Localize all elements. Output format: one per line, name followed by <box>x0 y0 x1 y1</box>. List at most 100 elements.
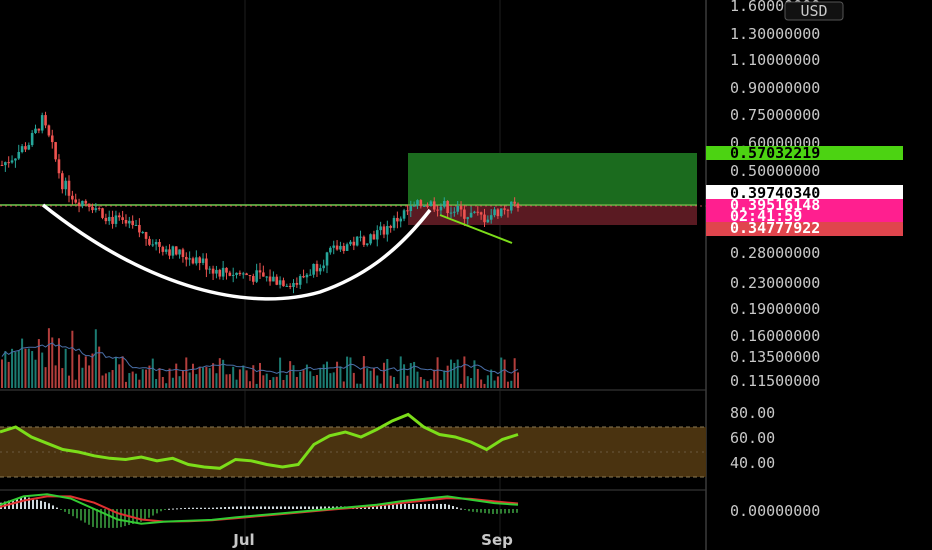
cup-drawing[interactable] <box>41 203 432 301</box>
macd-hist-bar <box>508 509 510 514</box>
volume-bar <box>449 359 452 388</box>
candle-body <box>71 195 74 200</box>
candle-body <box>144 232 148 239</box>
macd-hist-bar <box>40 500 42 509</box>
candle-body <box>469 212 473 218</box>
candle-body <box>489 215 493 220</box>
candle-body <box>37 128 41 131</box>
macd-hist-bar <box>56 507 58 509</box>
volume-bar <box>503 359 506 388</box>
candle-body <box>459 206 463 210</box>
candle-body <box>513 201 516 204</box>
price-tick: 0.16000000 <box>730 327 820 345</box>
volume-bar <box>175 363 178 388</box>
volume-bar <box>205 366 208 388</box>
candle-body <box>47 125 51 136</box>
volume-bar <box>312 376 315 388</box>
volume-bar <box>245 370 248 388</box>
volume-bar <box>158 368 161 388</box>
volume-bar <box>453 362 456 388</box>
candle-body <box>473 211 476 213</box>
volume-bar <box>1 359 3 388</box>
candle-body <box>409 206 413 211</box>
candle-body <box>54 142 57 160</box>
volume-bar <box>168 368 171 388</box>
candle-body <box>432 201 436 210</box>
volume-bar <box>319 368 322 388</box>
chart-window[interactable]: 1.60000000 1.30000000 1.10000000 0.90000000… <box>0 0 932 550</box>
candle-body <box>483 214 486 223</box>
macd-hist-bar <box>228 506 230 509</box>
candle-body <box>40 115 44 131</box>
volume-bar <box>386 358 389 388</box>
macd-hist-bar <box>436 503 438 509</box>
macd-hist-bar <box>204 507 206 509</box>
candle-body <box>124 220 128 224</box>
volume-bar <box>429 379 432 388</box>
candle-body <box>342 245 346 251</box>
volume-bar <box>88 365 91 388</box>
candle-body <box>315 263 319 272</box>
chart-canvas[interactable]: 1.600000001.300000001.100000000.90000000… <box>0 0 932 550</box>
macd-hist-bar <box>20 497 22 509</box>
macd-hist-bar <box>240 506 242 509</box>
macd-hist-bar <box>108 509 110 528</box>
price-tick: 0.23000000 <box>730 274 820 292</box>
volume-bar <box>228 374 231 388</box>
macd-hist-bar <box>280 506 282 509</box>
candle-body <box>255 270 258 282</box>
macd-hist-bar <box>296 506 298 509</box>
volume-bar <box>379 383 382 388</box>
time-label-jul: Jul <box>232 531 254 549</box>
macd-hist-bar <box>156 509 158 514</box>
volume-bar <box>81 367 84 388</box>
macd-hist-bar <box>500 509 502 514</box>
candle-body <box>312 263 315 275</box>
candle-body <box>121 217 124 221</box>
macd-hist-bar <box>472 509 474 512</box>
candle-body <box>332 245 336 248</box>
volume-bar <box>456 359 459 388</box>
volume-bar <box>94 329 97 388</box>
volume-bar <box>262 375 265 388</box>
candle-body <box>416 200 419 206</box>
candle-body <box>335 245 339 250</box>
volume-bar <box>339 366 342 388</box>
macd-hist-bar <box>68 509 70 515</box>
volume-bar <box>285 374 288 388</box>
price-tick: 0.13500000 <box>730 348 820 366</box>
volume-bar <box>171 377 174 388</box>
candle-body <box>372 234 376 240</box>
target-zone[interactable] <box>408 153 697 204</box>
candle-body <box>258 270 262 273</box>
candle-body <box>241 273 245 275</box>
candle-body <box>191 258 195 264</box>
macd-hist-bar <box>464 509 466 510</box>
volume-bar <box>362 356 365 388</box>
volume-bar <box>463 356 466 388</box>
macd-hist-bar <box>24 496 26 509</box>
rsi-tick-80: 80.00 <box>730 404 775 422</box>
volume-bar <box>188 372 191 388</box>
rsi-tick-60: 60.00 <box>730 429 775 447</box>
volume-bar <box>31 351 34 388</box>
macd-hist-bar <box>300 506 302 509</box>
volume-bar <box>289 361 292 388</box>
volume-bar <box>14 352 17 388</box>
candle-body <box>245 273 248 276</box>
candle-body <box>439 206 443 211</box>
macd-hist-bar <box>176 508 178 510</box>
macd-hist-bar <box>428 503 430 509</box>
volume-bar <box>24 348 27 388</box>
volume-bar <box>399 356 402 388</box>
macd-hist-bar <box>304 506 306 509</box>
candle-body <box>429 201 433 207</box>
candle-body <box>181 249 185 257</box>
macd-hist-bar <box>316 506 318 509</box>
volume-bar <box>490 369 493 388</box>
candle-body <box>486 219 490 223</box>
macd-hist-bar <box>168 508 170 510</box>
macd-hist-bar <box>408 503 410 509</box>
volume-bar <box>406 375 409 388</box>
candle-body <box>4 162 7 166</box>
